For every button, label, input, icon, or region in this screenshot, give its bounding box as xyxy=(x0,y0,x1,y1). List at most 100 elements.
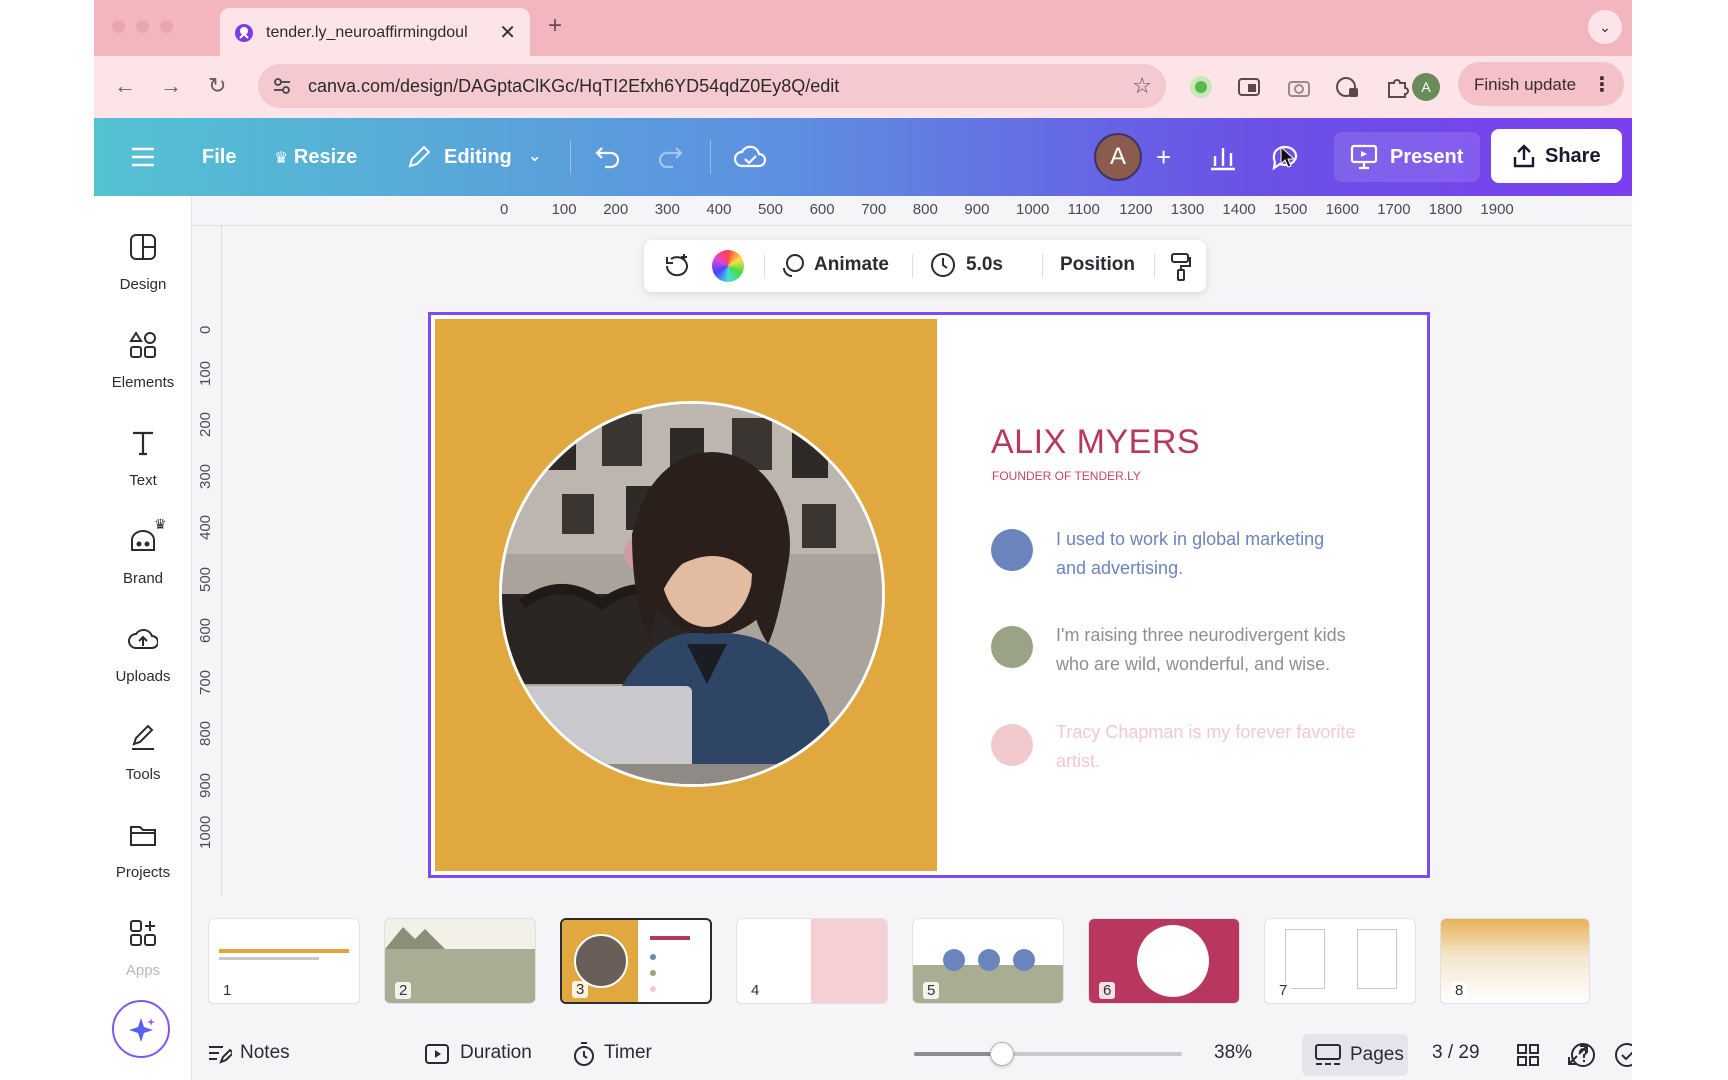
mountain-icon xyxy=(385,927,445,949)
horizontal-ruler: 0 100 200 300 400 500 600 700 800 900 1000 1100 1200… xyxy=(192,196,1632,226)
camera-icon[interactable] xyxy=(1286,74,1312,100)
thumb-doc xyxy=(1285,929,1325,989)
ruler-tick-label: 800 xyxy=(197,720,214,746)
ruler-tick-label: 1600 xyxy=(1325,201,1359,218)
position-button[interactable]: Position xyxy=(1060,254,1135,276)
uploads-icon xyxy=(128,629,158,649)
editing-mode-button[interactable]: Editing ⌄ xyxy=(406,118,548,196)
site-settings-icon[interactable] xyxy=(272,76,292,96)
page-thumbnail[interactable]: 4 xyxy=(736,918,888,1004)
sidebar-item-uploads[interactable]: Uploads xyxy=(94,614,192,704)
elements-icon xyxy=(129,331,156,358)
slide-canvas[interactable]: ALIX MYERS FOUNDER OF TENDER.LY I used t… xyxy=(428,312,1430,878)
bullet-text[interactable]: I used to work in global marketing and a… xyxy=(1056,525,1356,583)
sidebar-item-tools[interactable]: Tools xyxy=(94,712,192,802)
reload-icon[interactable]: ↻ xyxy=(208,73,226,99)
page-number: 3 xyxy=(572,981,589,998)
collaborator-avatar[interactable]: A xyxy=(1094,133,1142,181)
extension-window-icon[interactable] xyxy=(1236,74,1262,100)
ruler-tick-label: 1800 xyxy=(1428,201,1463,218)
thumb-white-circle xyxy=(1137,925,1209,997)
vertical-ruler: 0 100 200 300 400 500 600 700 800 900 1000 xyxy=(192,226,222,896)
sidebar-item-text[interactable]: Text xyxy=(94,418,192,508)
toolbar-divider xyxy=(912,254,913,278)
header-divider xyxy=(710,140,711,174)
finish-update-button[interactable]: Finish update ⋮ xyxy=(1458,62,1624,106)
back-icon[interactable]: ← xyxy=(114,73,136,99)
bullet-dot-pink xyxy=(991,724,1033,766)
page-thumbnail[interactable]: 8 xyxy=(1440,918,1590,1004)
zoom-slider-knob[interactable] xyxy=(990,1042,1015,1066)
minimize-window-dot[interactable] xyxy=(136,20,149,33)
ruler-tick-label: 400 xyxy=(197,514,214,540)
sidebar-item-brand[interactable]: ♛ Brand xyxy=(94,516,192,606)
sidebar-item-label: Design xyxy=(119,276,167,293)
slide-name-heading[interactable]: ALIX MYERS xyxy=(991,423,1200,462)
page-thumbnail-current[interactable]: 3 xyxy=(560,918,712,1004)
magic-assistant-button[interactable] xyxy=(112,1000,170,1058)
extension-green-icon[interactable] xyxy=(1188,74,1214,100)
toolbar-divider xyxy=(1042,254,1043,278)
share-button[interactable]: Share xyxy=(1491,129,1622,183)
sidebar-item-label: Uploads xyxy=(115,668,171,685)
undo-icon[interactable] xyxy=(594,144,622,170)
page-thumbnail[interactable]: 2 xyxy=(384,918,536,1004)
sidebar-item-design[interactable]: Design xyxy=(94,222,192,312)
sidebar-item-projects[interactable]: Projects xyxy=(94,810,192,900)
page-number: 1 xyxy=(219,982,236,999)
ruler-tick-label: 1100 xyxy=(1067,201,1100,218)
omnibox[interactable]: canva.com/design/DAGptaClKGc/HqTI2Efxh6Y… xyxy=(258,64,1166,108)
grid-view-icon[interactable] xyxy=(1516,1043,1540,1067)
redo-icon[interactable] xyxy=(656,144,684,170)
sidebar-item-apps[interactable]: Apps xyxy=(94,908,192,998)
more-vertical-icon[interactable]: ⋮ xyxy=(1592,72,1612,97)
ruler-tick-label: 0 xyxy=(500,201,509,218)
password-manager-icon[interactable] xyxy=(1334,74,1360,100)
maximize-window-dot[interactable] xyxy=(160,20,173,33)
file-menu-button[interactable]: File xyxy=(202,118,236,196)
bullet-text[interactable]: I'm raising three neurodivergent kids wh… xyxy=(1056,621,1356,679)
page-thumbnail[interactable]: 6 xyxy=(1088,918,1240,1004)
thumb-photo xyxy=(574,934,628,988)
animate-label: Animate xyxy=(814,254,889,275)
pages-button[interactable]: Pages xyxy=(1302,1034,1408,1076)
slide-subtitle[interactable]: FOUNDER OF TENDER.LY xyxy=(992,469,1141,483)
ruler-tick-label: 900 xyxy=(964,201,990,218)
present-button[interactable]: Present xyxy=(1334,132,1480,182)
chevron-down-icon: ⌄ xyxy=(528,148,542,165)
copy-style-paint-roller-icon[interactable] xyxy=(1170,252,1192,282)
forward-icon[interactable]: → xyxy=(160,73,182,99)
bullet-text[interactable]: Tracy Chapman is my forever favorite art… xyxy=(1056,718,1356,776)
cloud-saved-icon[interactable] xyxy=(734,142,766,172)
pages-label: Pages xyxy=(1350,1044,1404,1065)
ai-edit-comment-icon[interactable] xyxy=(662,252,692,280)
browser-tab[interactable]: tender.ly_neuroaffirmingdoul ✕ xyxy=(220,8,530,56)
page-thumbnail[interactable]: 5 xyxy=(912,918,1064,1004)
browser-profile-avatar[interactable]: A xyxy=(1412,73,1440,101)
zoom-slider[interactable] xyxy=(914,1042,1182,1066)
sidebar-item-elements[interactable]: Elements xyxy=(94,320,192,410)
extensions-puzzle-icon[interactable] xyxy=(1384,74,1410,100)
zoom-level[interactable]: 38% xyxy=(1214,1042,1252,1064)
toolbar-divider xyxy=(764,254,765,278)
add-collaborator-icon[interactable]: + xyxy=(1156,118,1171,196)
bookmark-star-icon[interactable]: ☆ xyxy=(1132,73,1152,99)
page-thumbnail[interactable]: 1 xyxy=(208,918,360,1004)
canva-header: File ♛ Resize Editing ⌄ A + Present Shar… xyxy=(94,118,1632,196)
check-circle-icon[interactable] xyxy=(1614,1042,1632,1068)
page-thumbnail[interactable]: 7 xyxy=(1264,918,1416,1004)
color-wheel-icon[interactable] xyxy=(712,250,744,282)
menu-hamburger-icon[interactable] xyxy=(130,144,156,170)
present-screen-icon xyxy=(1350,144,1378,170)
new-tab-icon[interactable]: + xyxy=(548,12,562,40)
insights-chart-icon[interactable] xyxy=(1204,138,1242,176)
tab-close-icon[interactable]: ✕ xyxy=(499,20,516,45)
help-icon[interactable] xyxy=(1570,1042,1596,1068)
sparkle-icon xyxy=(129,1018,155,1042)
resize-button[interactable]: ♛ Resize xyxy=(274,118,357,196)
close-window-dot[interactable] xyxy=(112,20,125,33)
tab-search-icon[interactable]: ⌄ xyxy=(1588,10,1622,44)
thumb-circle xyxy=(1013,949,1035,971)
ruler-tick-label: 1700 xyxy=(1377,201,1411,218)
profile-photo[interactable] xyxy=(499,401,885,787)
